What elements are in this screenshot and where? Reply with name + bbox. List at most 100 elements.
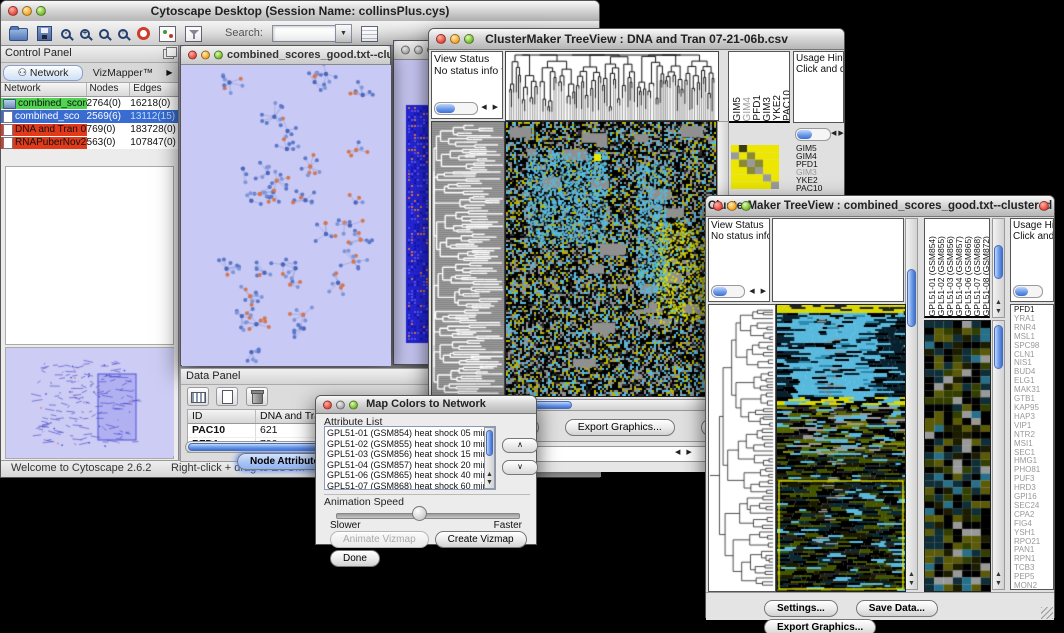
close-icon[interactable]	[401, 46, 410, 55]
column-label[interactable]: GPL51-02 (GSM855)	[936, 236, 945, 316]
open-session-icon[interactable]	[9, 28, 28, 41]
gene-label[interactable]: PAC10	[796, 184, 842, 192]
heatmap-canvas[interactable]	[776, 304, 906, 592]
resize-grip[interactable]	[1041, 607, 1053, 619]
minimize-icon[interactable]	[450, 34, 460, 44]
close-icon[interactable]	[8, 6, 18, 16]
minimize-icon[interactable]	[414, 46, 423, 55]
scroll-arrows[interactable]: ◀ ▶	[749, 286, 768, 297]
new-attribute-icon[interactable]	[216, 387, 238, 406]
search-input[interactable]	[272, 25, 335, 42]
scroll-down-icon[interactable]: ▼	[993, 580, 1004, 588]
network-view-titlebar[interactable]: combined_scores_good.txt--cluste...	[181, 46, 390, 65]
network-canvas[interactable]	[182, 65, 391, 366]
attribute-item[interactable]: GPL51-01 (GSM854) heat shock 05 min	[327, 428, 493, 439]
zoom-window-icon[interactable]	[741, 201, 751, 211]
scrollbar-thumb[interactable]	[486, 430, 493, 456]
attribute-item[interactable]: GPL51-03 (GSM856) heat shock 15 min	[327, 449, 493, 460]
column-label[interactable]: YKE2	[772, 95, 782, 121]
close-icon[interactable]	[188, 51, 197, 60]
scroll-up-icon[interactable]: ▲	[993, 571, 1004, 579]
network-row[interactable]: combined_scores 2764(0) 16218(0)	[1, 97, 178, 110]
scroll-arrows[interactable]: ◀ ▶	[675, 448, 694, 456]
column-label[interactable]: GIM3	[762, 97, 772, 121]
zoom-out-icon[interactable]: -	[61, 29, 71, 39]
zoom-panel-vscrollbar-top[interactable]: ▲ ▼	[992, 218, 1005, 318]
treeview-button[interactable]: Settings...	[764, 600, 838, 617]
main-titlebar[interactable]: Cytoscape Desktop (Session Name: collins…	[1, 1, 599, 22]
view-status-scrollbar[interactable]	[434, 102, 478, 115]
move-up-button[interactable]: ∧	[502, 438, 538, 453]
close-icon[interactable]	[323, 400, 332, 409]
zoom-window-icon[interactable]	[349, 400, 358, 409]
column-label[interactable]: PAC10	[782, 90, 790, 121]
treeview-combined-titlebar[interactable]: ClusterMaker TreeView : combined_scores_…	[706, 196, 1054, 217]
column-label[interactable]: PFD1	[752, 95, 762, 121]
network-row[interactable]: DNA and Tran 07 769(0) 183728(0)	[1, 123, 178, 136]
dialog-button[interactable]: Create Vizmap	[435, 531, 527, 548]
search-dropdown-icon[interactable]: ▼	[335, 24, 352, 43]
attribute-item[interactable]: GPL51-02 (GSM855) heat shock 10 min	[327, 439, 493, 450]
attribute-item[interactable]: GPL51-07 (GSM868) heat shock 60 min	[327, 481, 493, 491]
column-label[interactable]: GPL51-01 (GSM854)	[927, 236, 936, 316]
attribute-list-scrollbar[interactable]: ▲ ▼	[484, 427, 495, 489]
minimize-icon[interactable]	[201, 51, 210, 60]
view-status-scrollbar[interactable]	[711, 285, 745, 298]
attribute-item[interactable]: GPL51-04 (GSM857) heat shock 20 min	[327, 460, 493, 471]
usage-scrollbar[interactable]	[1013, 285, 1043, 298]
scrollbar-thumb[interactable]	[907, 269, 916, 327]
heatmap-hscrollbar[interactable]: ◀ ▶	[505, 399, 729, 411]
attribute-browser-icon[interactable]	[361, 26, 378, 42]
column-dendrogram-canvas[interactable]	[505, 51, 719, 121]
scrollbar-thumb[interactable]	[994, 325, 1003, 369]
column-dendrogram-area[interactable]	[772, 218, 904, 302]
scroll-down-icon[interactable]: ▼	[906, 580, 917, 588]
birdseye-overview[interactable]	[5, 347, 174, 459]
usage-scrollbar[interactable]	[795, 128, 831, 141]
zoom-window-icon[interactable]	[36, 6, 46, 16]
zoom-fit-icon[interactable]: ▫	[118, 29, 128, 39]
row-dendrogram-canvas[interactable]	[708, 304, 776, 592]
scroll-up-icon[interactable]: ▲	[485, 471, 494, 479]
dialog-button[interactable]: Done	[330, 550, 380, 567]
heatmap-vscrollbar[interactable]: ▲ ▼	[905, 218, 918, 590]
scroll-down-icon[interactable]: ▼	[993, 308, 1004, 316]
column-label[interactable]: GIM5	[732, 97, 742, 121]
delete-attribute-icon[interactable]	[246, 387, 268, 406]
row-dendrogram-canvas[interactable]	[431, 121, 505, 397]
scrollbar-thumb[interactable]	[994, 245, 1003, 279]
column-label[interactable]: GPL51-08 (GSM872)	[981, 236, 990, 316]
vizmapper-icon[interactable]	[159, 26, 176, 42]
float-panel-icon[interactable]	[163, 49, 174, 59]
help-ring-icon[interactable]	[137, 27, 150, 40]
animation-speed-slider[interactable]	[336, 513, 520, 519]
scroll-up-icon[interactable]: ▲	[906, 571, 917, 579]
column-label[interactable]: GPL51-03 (GSM856)	[945, 236, 954, 316]
tab-network[interactable]: ⚇ Network	[3, 65, 83, 81]
dialog-button[interactable]: Animate Vizmap	[330, 531, 429, 548]
save-session-icon[interactable]	[37, 26, 52, 41]
zoom-window-icon[interactable]	[214, 51, 223, 60]
network-row[interactable]: combined_sco 2569(6) 13112(15)	[1, 110, 178, 123]
tab-vizmapper[interactable]: VizMapper™	[84, 66, 162, 80]
scroll-arrows[interactable]: ◀▶	[831, 129, 846, 137]
scroll-up-icon[interactable]: ▲	[993, 299, 1004, 307]
close-icon[interactable]	[436, 34, 446, 44]
column-label[interactable]: GPL51-04 (GSM857)	[954, 236, 963, 316]
heatmap-canvas[interactable]	[505, 121, 717, 397]
zoom-panel-vscrollbar[interactable]: ▲ ▼	[992, 320, 1005, 590]
attribute-item[interactable]: GPL51-06 (GSM865) heat shock 40 min	[327, 470, 493, 481]
overview-canvas[interactable]	[6, 348, 174, 456]
close-icon-right[interactable]	[1039, 201, 1049, 211]
scroll-down-icon[interactable]: ▼	[485, 479, 494, 487]
zoom-window-icon[interactable]	[464, 34, 474, 44]
tab-overflow-icon[interactable]: ▶	[163, 68, 176, 77]
network-row[interactable]: RNAPuberNov2+ 563(0) 107847(0)	[1, 136, 178, 149]
scroll-arrows[interactable]: ◀ ▶	[481, 102, 500, 114]
zoom-in-icon[interactable]: +	[80, 29, 90, 39]
column-label[interactable]: GPL51-06 (GSM865)	[963, 236, 972, 316]
close-icon[interactable]	[713, 201, 723, 211]
treeview-dna-titlebar[interactable]: ClusterMaker TreeView : DNA and Tran 07-…	[429, 29, 844, 50]
treeview-button[interactable]: Export Graphics...	[565, 419, 675, 436]
gene-label[interactable]: MON2	[1014, 582, 1050, 590]
